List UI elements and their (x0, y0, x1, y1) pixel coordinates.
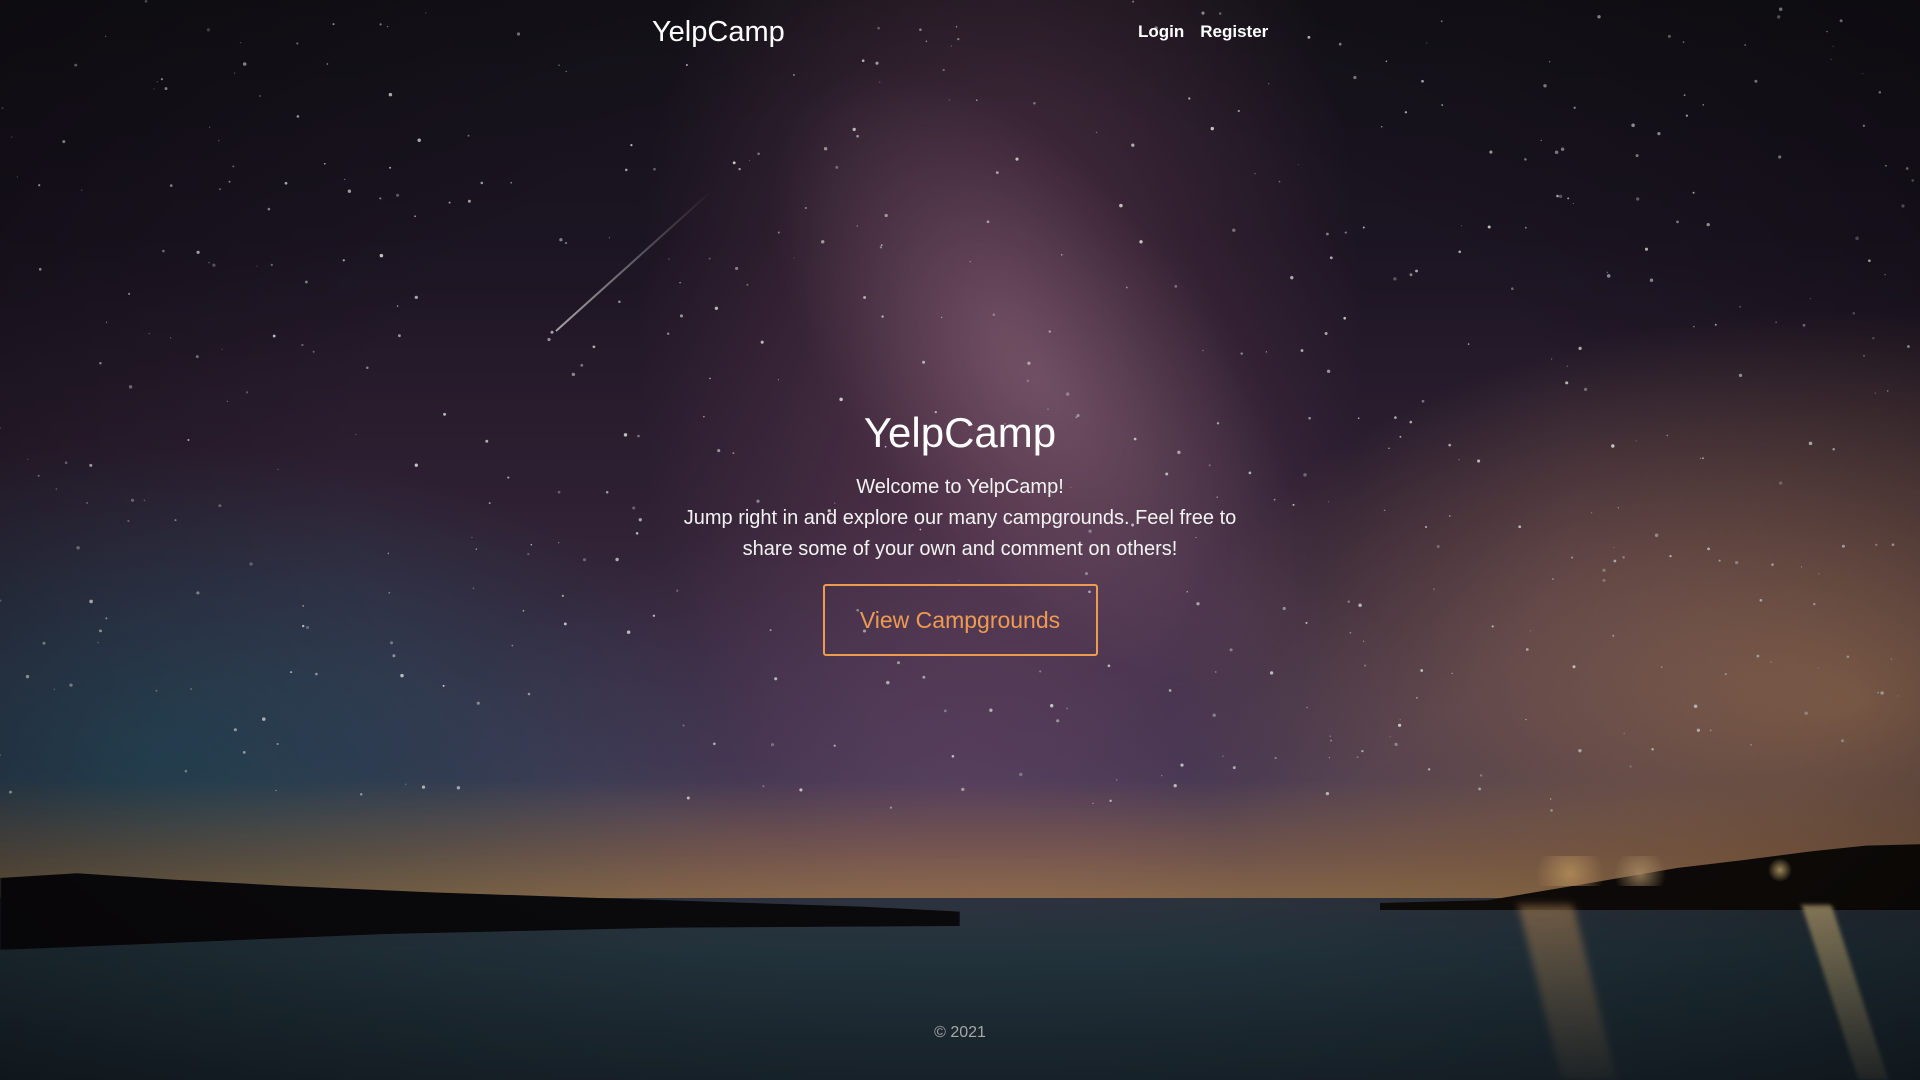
register-link[interactable]: Register (1200, 22, 1268, 42)
hero-description: Jump right in and explore our many campg… (683, 507, 1237, 561)
login-link[interactable]: Login (1138, 22, 1184, 42)
copyright-text: © 2021 (934, 1024, 986, 1041)
hero-welcome-text: Welcome to YelpCamp! (856, 476, 1064, 499)
nav-links: Login Register (1138, 22, 1268, 42)
footer: © 2021 (0, 1024, 1920, 1042)
hero-section: YelpCamp Welcome to YelpCamp! Jump right… (0, 409, 1920, 657)
navbar: YelpCamp Login Register (0, 0, 1920, 70)
hero-title: YelpCamp (863, 409, 1057, 456)
brand-link[interactable]: YelpCamp (652, 16, 785, 49)
page: YelpCamp Login Register YelpCamp Welcome… (0, 0, 1920, 1080)
view-campgrounds-button[interactable]: View Campgrounds (822, 584, 1098, 657)
